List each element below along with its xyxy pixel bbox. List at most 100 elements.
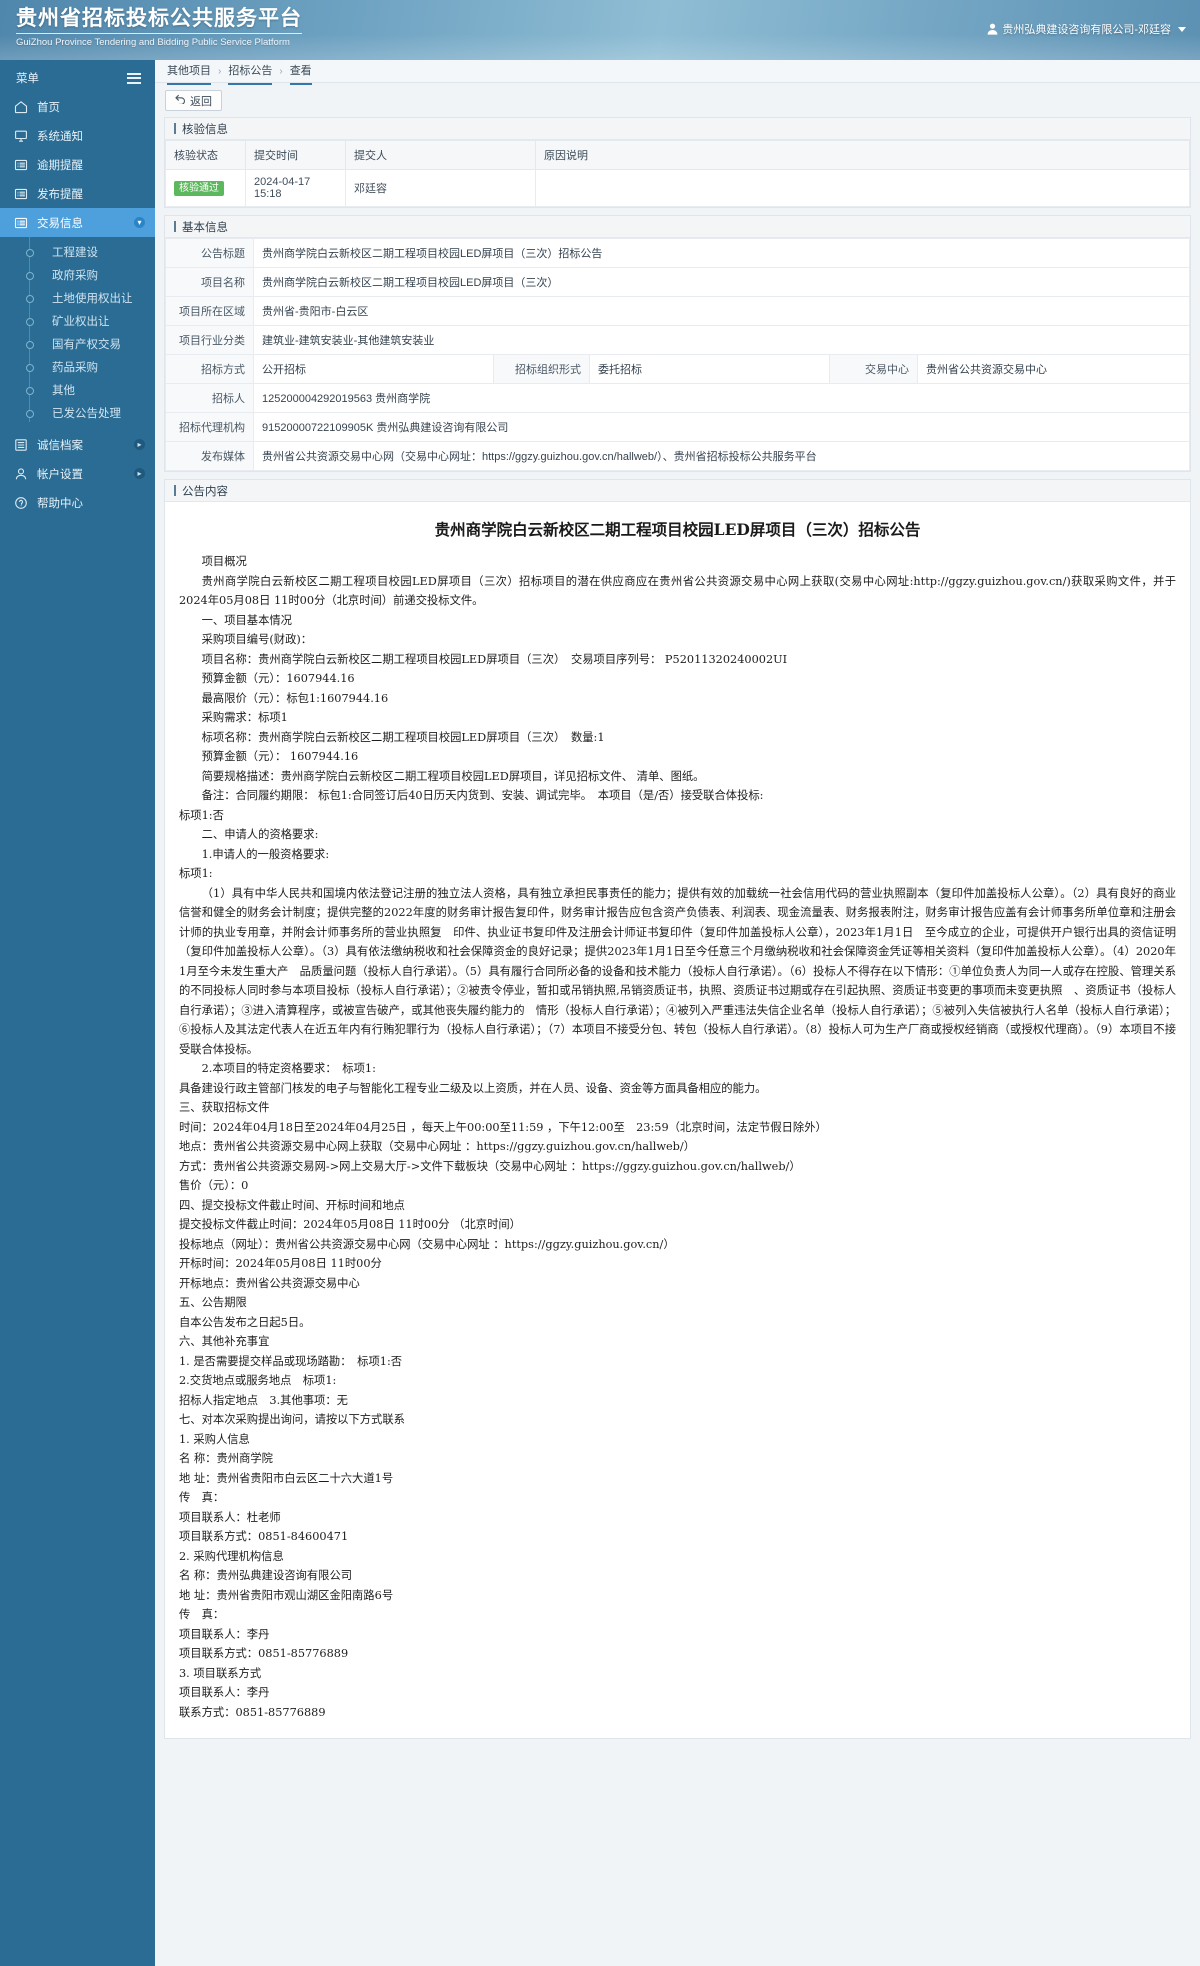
- announcement-paragraph: 提交投标文件截止时间：2024年05月08日 11时00分 （北京时间）: [179, 1218, 521, 1231]
- action-toolbar: 返回: [155, 83, 1200, 117]
- breadcrumb-item-other-projects[interactable]: 其他项目: [167, 62, 211, 85]
- announcement-paragraph: 自本公告发布之日起5日。: [179, 1315, 311, 1329]
- announcement-paragraph: 简要规格描述：贵州商学院白云新校区二期工程项目校园LED屏项目，详见招标文件、 …: [201, 769, 705, 783]
- sidebar-item-home[interactable]: 首页: [0, 92, 155, 121]
- announcement-paragraph: 四、提交投标文件截止时间、开标时间和地点: [179, 1198, 405, 1212]
- brand-title-cn: 贵州省招标投标公共服务平台: [16, 6, 302, 34]
- breadcrumb-separator: ›: [218, 65, 222, 77]
- label-agency: 招标代理机构: [165, 412, 254, 442]
- value-tender-method: 公开招标: [253, 354, 494, 384]
- breadcrumb-item-view[interactable]: 查看: [289, 62, 312, 85]
- announcement-paragraph: 采购需求：标项1: [201, 711, 288, 724]
- table-row: 项目行业分类 建筑业-建筑安装业-其他建筑安装业: [165, 325, 1190, 355]
- sidebar-subitem-land-use-rights[interactable]: 土地使用权出让: [0, 286, 155, 309]
- sidebar-subitem-state-property[interactable]: 国有产权交易: [0, 332, 155, 355]
- status-badge: 核验通过: [174, 180, 224, 196]
- col-submit-time: 提交时间: [245, 140, 346, 170]
- label-announcement-title: 公告标题: [165, 238, 254, 268]
- sidebar-item-label: 首页: [37, 101, 60, 114]
- table-row: 招标人 125200004292019563 贵州商学院: [165, 383, 1190, 413]
- announcement-paragraph: 标项1:: [179, 867, 213, 880]
- sidebar-item-help-center[interactable]: 帮助中心: [0, 488, 155, 517]
- cell-submitter: 邓廷容: [345, 169, 536, 207]
- sidebar-subitem-published-notices[interactable]: 已发公告处理: [0, 401, 155, 424]
- sidebar-subitem-label: 已发公告处理: [52, 407, 121, 420]
- announcement-paragraph: 传 真：: [179, 1491, 225, 1504]
- announcement-paragraph: 名 称：贵州弘典建设咨询有限公司: [179, 1569, 353, 1582]
- announcement-paragraph: 项目名称：贵州商学院白云新校区二期工程项目校园LED屏项目（三次） 交易项目序列…: [201, 652, 788, 666]
- announcement-paragraph: 1. 采购人信息: [179, 1432, 250, 1446]
- monitor-icon: [14, 129, 28, 143]
- announcement-paragraph: 售价（元）：0: [179, 1179, 249, 1192]
- sidebar-menu-label: 菜单: [16, 73, 39, 85]
- sidebar-subitem-engineering[interactable]: 工程建设: [0, 240, 155, 263]
- announcement-paragraph: （1）具有中华人民共和国境内依法登记注册的独立法人资格，具有独立承担民事责任的能…: [179, 886, 1176, 1056]
- breadcrumb: 其他项目 › 招标公告 › 查看: [155, 60, 1200, 85]
- value-announcement-title: 贵州商学院白云新校区二期工程项目校园LED屏项目（三次）招标公告: [253, 238, 1190, 268]
- announcement-panel: 公告内容 贵州商学院白云新校区二期工程项目校园LED屏项目（三次）招标公告 项目…: [164, 479, 1191, 1739]
- value-tenderer: 125200004292019563 贵州商学院: [253, 383, 1190, 413]
- sidebar-subitem-drug-procurement[interactable]: 药品采购: [0, 355, 155, 378]
- value-project-region: 贵州省-贵阳市-白云区: [253, 296, 1190, 326]
- main-content: 其他项目 › 招标公告 › 查看 返回 核验信息 核验状态 提交时间 提交人 原…: [155, 60, 1200, 1966]
- brand-title-en: GuiZhou Province Tendering and Bidding P…: [16, 37, 290, 48]
- basic-info-panel: 基本信息 公告标题 贵州商学院白云新校区二期工程项目校园LED屏项目（三次）招标…: [164, 215, 1191, 472]
- announcement-paragraph: 七、对本次采购提出询问，请按以下方式联系: [179, 1413, 405, 1426]
- announcement-paragraph: 二、申请人的资格要求:: [201, 828, 319, 841]
- sidebar-subitem-mining-rights[interactable]: 矿业权出让: [0, 309, 155, 332]
- announcement-paragraph: 预算金额（元）：1607944.16: [201, 672, 355, 685]
- chevron-right-icon[interactable]: ▸: [134, 468, 145, 479]
- breadcrumb-item-tender-notice[interactable]: 招标公告: [228, 62, 273, 85]
- sidebar-subitem-other[interactable]: 其他: [0, 378, 155, 401]
- announcement-paragraph: 六、其他补充事宜: [179, 1335, 270, 1348]
- list-icon: [14, 216, 28, 230]
- sidebar-item-account-settings[interactable]: 帐户设置 ▸: [0, 459, 155, 488]
- announcement-paragraph: 最高限价（元）：标包1:1607944.16: [201, 691, 389, 705]
- sidebar-item-overdue-reminder[interactable]: 逾期提醒: [0, 150, 155, 179]
- table-row: 项目所在区域 贵州省-贵阳市-白云区: [165, 296, 1190, 326]
- sidebar-subitem-label: 矿业权出让: [52, 315, 110, 328]
- announcement-paragraph: 备注：合同履约期限： 标包1:合同签订后40日历天内货到、安装、调试完毕。 本项…: [201, 789, 764, 802]
- verify-panel: 核验信息 核验状态 提交时间 提交人 原因说明 核验通过 2024-04-17 …: [164, 117, 1191, 208]
- sidebar-item-integrity-archive[interactable]: 诚信档案 ▸: [0, 430, 155, 459]
- sidebar-submenu: 工程建设 政府采购 土地使用权出让 矿业权出让 国有产权交易 药品采购 其他 已…: [0, 237, 155, 430]
- label-project-region: 项目所在区域: [165, 296, 254, 326]
- label-project-name: 项目名称: [165, 267, 254, 297]
- announcement-paragraph: 1. 是否需要提交样品或现场踏勘： 标项1:否: [179, 1354, 403, 1368]
- chevron-right-icon[interactable]: ▸: [134, 439, 145, 450]
- announcement-paragraph: 联系方式：0851-85776889: [179, 1705, 326, 1719]
- cell-status: 核验通过: [165, 169, 246, 207]
- announcement-paragraph: 地 址：贵州省贵阳市观山湖区金阳南路6号: [179, 1588, 394, 1602]
- sidebar-subitem-label: 政府采购: [52, 269, 98, 282]
- hamburger-icon[interactable]: [127, 72, 141, 84]
- chevron-down-icon: [1178, 26, 1186, 32]
- user-menu[interactable]: 贵州弘典建设咨询有限公司-邓廷容: [987, 21, 1186, 37]
- help-icon: [14, 496, 28, 510]
- sidebar-item-publish-reminder[interactable]: 发布提醒: [0, 179, 155, 208]
- announcement-paragraph: 项目概况: [201, 555, 247, 568]
- value-organization-form: 委托招标: [589, 354, 830, 384]
- sidebar-item-transaction-info[interactable]: 交易信息 ▾: [0, 208, 155, 237]
- list-icon: [14, 158, 28, 172]
- announcement-paragraph: 2. 采购代理机构信息: [179, 1549, 284, 1563]
- announcement-paragraph: 项目联系方式：0851-84600471: [179, 1530, 349, 1543]
- sidebar-item-label: 逾期提醒: [37, 159, 83, 172]
- table-row: 发布媒体 贵州省公共资源交易中心网（交易中心网址：https://ggzy.gu…: [165, 441, 1190, 471]
- home-icon: [14, 100, 28, 114]
- chevron-down-icon[interactable]: ▾: [134, 217, 145, 228]
- announcement-paragraph: 投标地点（网址）：贵州省公共资源交易中心网（交易中心网址 ：https://gg…: [179, 1237, 675, 1251]
- table-row: 招标方式 公开招标 招标组织形式 委托招标 交易中心 贵州省公共资源交易中心: [165, 354, 1190, 384]
- sidebar-item-label: 帐户设置: [37, 468, 83, 481]
- sidebar-item-system-notice[interactable]: 系统通知: [0, 121, 155, 150]
- sidebar-subitem-label: 其他: [52, 384, 75, 397]
- sidebar-subitem-label: 土地使用权出让: [52, 292, 133, 305]
- label-publish-media: 发布媒体: [165, 441, 254, 471]
- sidebar-subitem-label: 药品采购: [52, 361, 98, 374]
- announcement-paragraph: 项目联系方式：0851-85776889: [179, 1647, 349, 1660]
- label-tender-method: 招标方式: [165, 354, 254, 384]
- table-row: 核验通过 2024-04-17 15:18 邓廷容: [165, 169, 1190, 207]
- sidebar-subitem-gov-procurement[interactable]: 政府采购: [0, 263, 155, 286]
- announcement-paragraph: 名 称：贵州商学院: [179, 1452, 273, 1465]
- back-button[interactable]: 返回: [165, 90, 222, 111]
- announcement-body-wrapper: 贵州商学院白云新校区二期工程项目校园LED屏项目（三次）招标公告 项目概况 贵州商…: [165, 502, 1190, 1738]
